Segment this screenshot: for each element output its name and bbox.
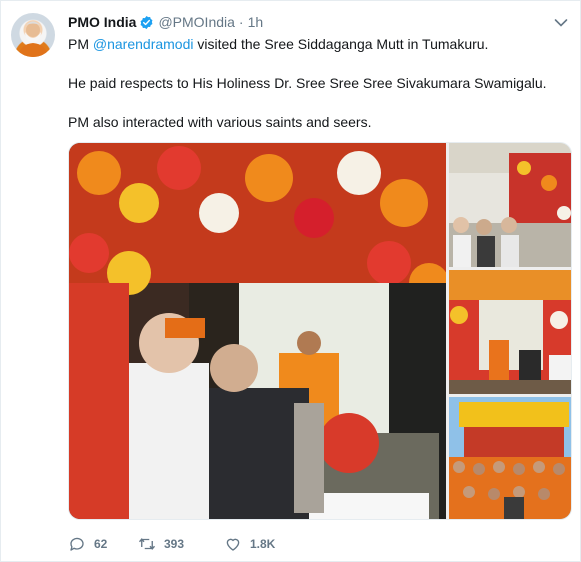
tweet-text-line-2: He paid respects to His Holiness Dr. Sre… — [68, 75, 547, 91]
tweet-text-suffix: visited the Sree Siddaganga Mutt in Tuma… — [193, 36, 489, 52]
media-grid — [68, 142, 572, 520]
tweet-text-prefix: PM — [68, 36, 93, 52]
like-count: 1.8K — [250, 537, 276, 551]
mention-link[interactable]: @narendramodi — [93, 36, 194, 52]
retweet-icon — [138, 538, 156, 550]
chevron-down-icon[interactable] — [554, 15, 568, 27]
tweet-timestamp[interactable]: 1h — [248, 14, 264, 30]
retweet-button[interactable]: 393 — [138, 535, 224, 553]
photo-side-top[interactable] — [449, 143, 571, 267]
author-handle[interactable]: @PMOIndia — [158, 14, 234, 30]
retweet-count: 393 — [164, 537, 185, 551]
tweet-text: PM @narendramodi visited the Sree Siddag… — [68, 35, 568, 132]
heart-icon — [226, 538, 240, 551]
separator-dot: · — [238, 14, 244, 30]
tweet-text-line-1: PM @narendramodi visited the Sree Siddag… — [68, 35, 568, 54]
action-bar: 62 393 1.8K — [68, 533, 304, 555]
photo-side-middle[interactable] — [449, 270, 571, 394]
like-button[interactable]: 1.8K — [224, 535, 304, 553]
avatar[interactable] — [11, 13, 55, 57]
photo-main[interactable] — [69, 143, 446, 519]
verified-badge-icon — [139, 15, 154, 30]
tweet-header: PMO India @PMOIndia · 1h — [68, 13, 263, 31]
reply-icon — [70, 537, 84, 551]
reply-count: 62 — [94, 537, 108, 551]
photo-side-bottom[interactable] — [449, 397, 571, 519]
author-name[interactable]: PMO India — [68, 14, 136, 30]
tweet-card[interactable]: PMO India @PMOIndia · 1h PM @narendramod… — [0, 0, 581, 562]
tweet-text-line-3: PM also interacted with various saints a… — [68, 114, 372, 130]
reply-button[interactable]: 62 — [68, 535, 138, 553]
